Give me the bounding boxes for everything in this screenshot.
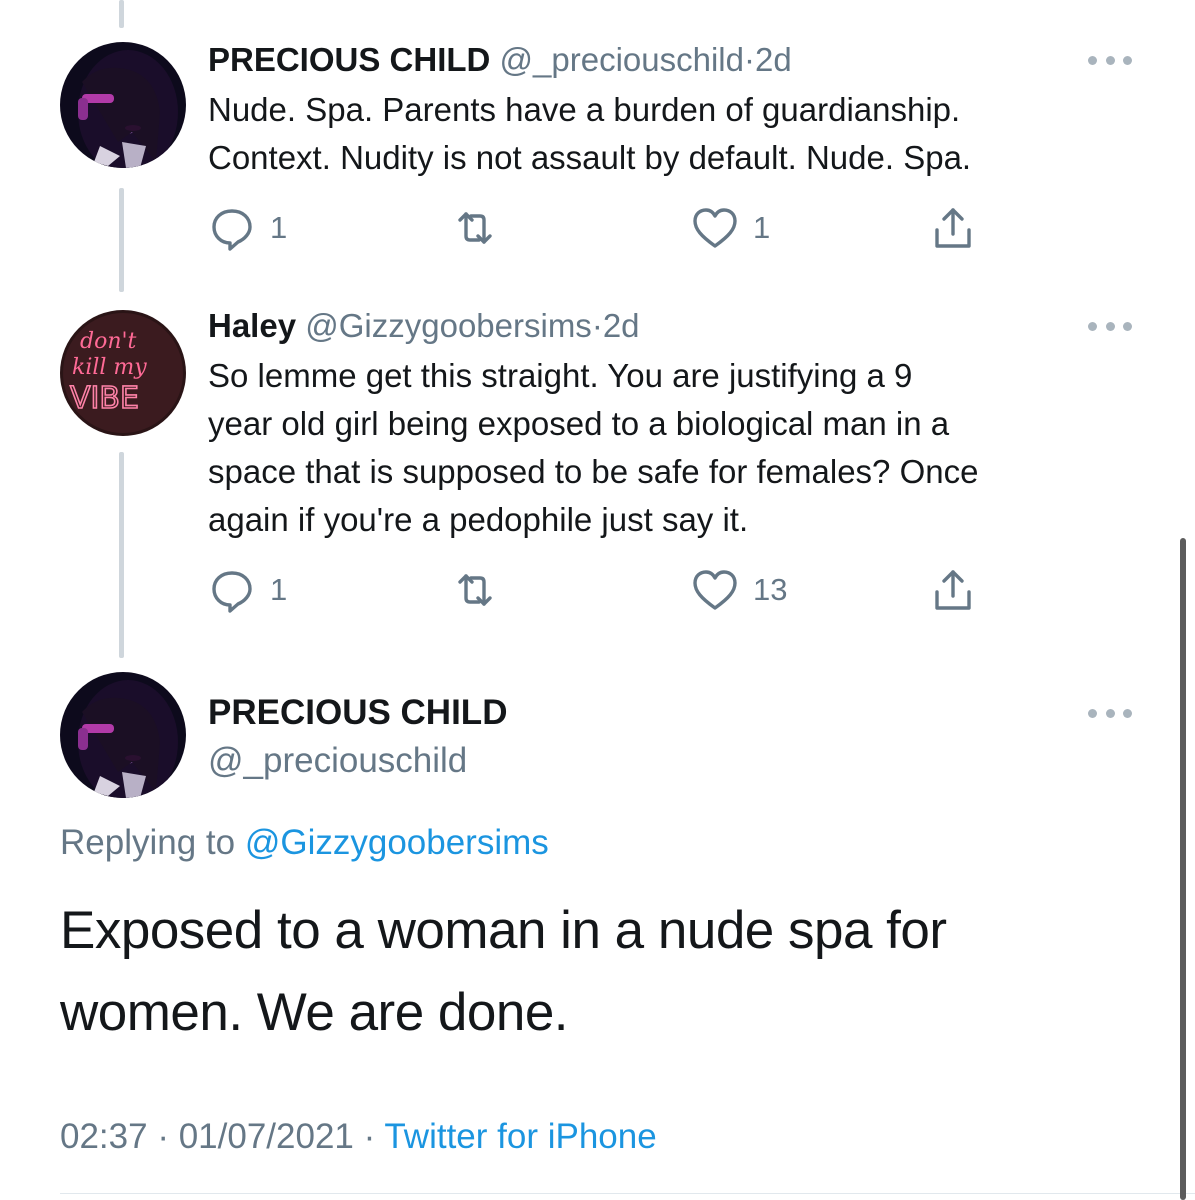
replying-to: Replying to @Gizzygoobersims bbox=[60, 822, 549, 864]
display-name[interactable]: PRECIOUS CHILD bbox=[208, 41, 490, 78]
reply-mention-link[interactable]: @Gizzygoobersims bbox=[245, 823, 549, 862]
thread-line bbox=[119, 452, 124, 658]
svg-text:don't: don't bbox=[80, 329, 137, 354]
tweet-text-line: Context. Nudity is not assault by defaul… bbox=[208, 139, 972, 176]
profile-photo-icon bbox=[60, 42, 186, 168]
retweet-button[interactable] bbox=[451, 565, 499, 615]
separator: · bbox=[147, 1117, 179, 1156]
tweet-date: 01/07/2021 bbox=[178, 1117, 354, 1156]
share-icon bbox=[935, 570, 971, 610]
avatar[interactable] bbox=[60, 672, 186, 798]
user-handle[interactable]: @Gizzygoobersims bbox=[305, 307, 592, 344]
thread-line bbox=[119, 0, 124, 28]
svg-text:kill my: kill my bbox=[72, 355, 147, 380]
tweet-text-line: Nude. Spa. Parents have a burden of guar… bbox=[208, 91, 961, 128]
tweet-text: So lemme get this straight. You are just… bbox=[208, 352, 1168, 544]
reply-count: 1 bbox=[270, 210, 288, 245]
retweet-button[interactable] bbox=[451, 203, 499, 253]
divider bbox=[60, 1193, 1195, 1194]
retweet-icon bbox=[458, 212, 492, 244]
neon-sign-avatar-icon: don't kill my VIBE bbox=[60, 310, 186, 436]
tweet-actions: 1 13 bbox=[208, 565, 988, 615]
tweet-actions: 1 1 bbox=[208, 203, 988, 253]
tweet-text-line: year old girl being exposed to a biologi… bbox=[208, 405, 950, 442]
separator: · bbox=[744, 41, 755, 78]
share-button[interactable] bbox=[929, 565, 977, 615]
tweet-metadata: 02:37 · 01/07/2021 · Twitter for iPhone bbox=[60, 1116, 657, 1158]
tweet-text-line: again if you're a pedophile just say it. bbox=[208, 501, 749, 538]
tweet-text-line: space that is supposed to be safe for fe… bbox=[208, 453, 979, 490]
more-options-icon[interactable] bbox=[1088, 50, 1132, 70]
like-button[interactable]: 13 bbox=[691, 565, 787, 615]
svg-text:VIBE: VIBE bbox=[70, 381, 139, 416]
heart-icon bbox=[693, 208, 737, 248]
reply-count: 1 bbox=[270, 572, 288, 607]
avatar[interactable]: don't kill my VIBE bbox=[60, 310, 186, 436]
heart-icon bbox=[693, 570, 737, 610]
thread-line bbox=[119, 188, 124, 292]
more-options-icon[interactable] bbox=[1088, 316, 1132, 336]
display-name[interactable]: Haley bbox=[208, 307, 296, 344]
tweet-header: PRECIOUS CHILD @_preciouschild·2d bbox=[208, 40, 792, 80]
like-count: 13 bbox=[753, 572, 788, 607]
like-count: 1 bbox=[753, 210, 771, 245]
display-name[interactable]: PRECIOUS CHILD bbox=[208, 692, 507, 734]
tweet-text-line: So lemme get this straight. You are just… bbox=[208, 357, 913, 394]
user-handle[interactable]: @_preciouschild bbox=[500, 41, 744, 78]
separator: · bbox=[591, 307, 603, 344]
like-button[interactable]: 1 bbox=[691, 203, 770, 253]
tweet-source-link[interactable]: Twitter for iPhone bbox=[384, 1117, 656, 1156]
share-button[interactable] bbox=[929, 203, 977, 253]
reply-button[interactable]: 1 bbox=[208, 565, 287, 615]
tweet-header: Haley @Gizzygoobersims·2d bbox=[208, 306, 640, 346]
replying-label: Replying to bbox=[60, 823, 245, 862]
scrollbar[interactable] bbox=[1180, 538, 1186, 1200]
profile-photo-icon bbox=[60, 672, 186, 798]
reply-button[interactable]: 1 bbox=[208, 203, 287, 253]
tweet-text-line: women. We are done. bbox=[60, 983, 569, 1042]
more-options-icon[interactable] bbox=[1088, 703, 1132, 723]
tweet-text: Exposed to a woman in a nude spa for wom… bbox=[60, 890, 1160, 1054]
tweet-text-line: Exposed to a woman in a nude spa for bbox=[60, 901, 947, 960]
tweet-text: Nude. Spa. Parents have a burden of guar… bbox=[208, 86, 1168, 182]
tweet-time: 02:37 bbox=[60, 1117, 148, 1156]
reply-icon bbox=[212, 209, 252, 251]
user-handle[interactable]: @_preciouschild bbox=[208, 740, 467, 782]
share-icon bbox=[935, 208, 971, 248]
avatar[interactable] bbox=[60, 42, 186, 168]
tweet-age[interactable]: 2d bbox=[755, 41, 792, 78]
separator: · bbox=[353, 1117, 385, 1156]
retweet-icon bbox=[458, 574, 492, 606]
reply-icon bbox=[212, 571, 252, 613]
tweet-age[interactable]: 2d bbox=[603, 307, 640, 344]
